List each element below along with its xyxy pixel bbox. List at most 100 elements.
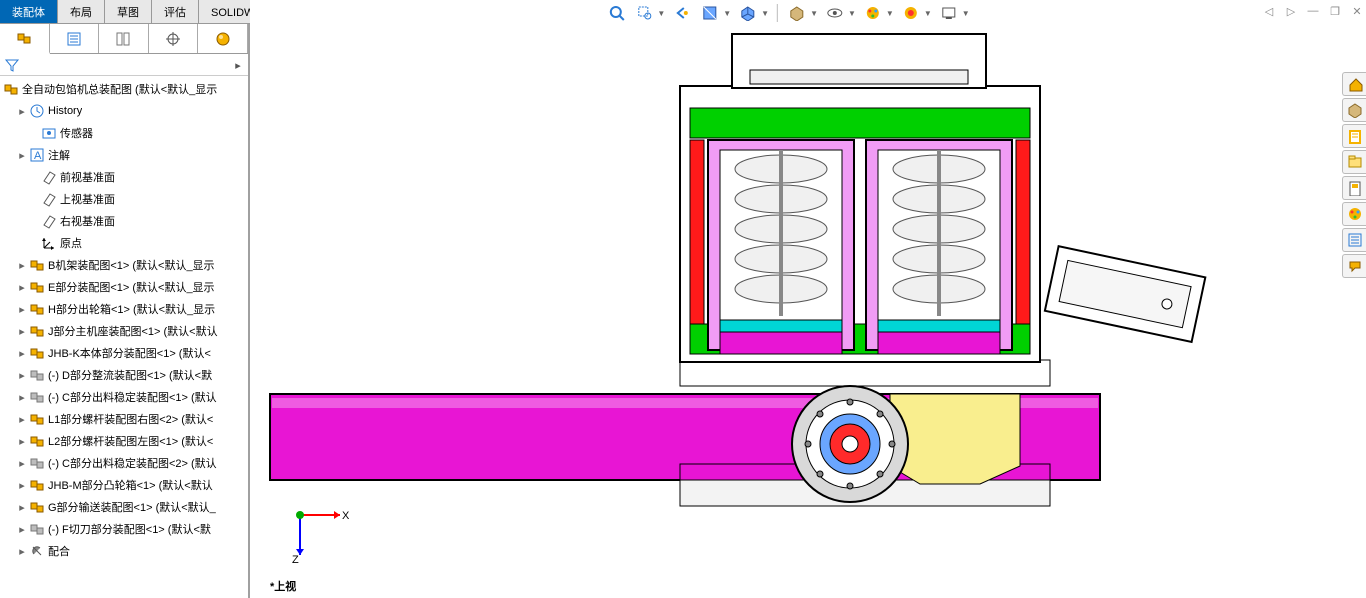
tree-item[interactable]: ▸L1部分螺杆装配图右图<2> (默认< bbox=[0, 408, 248, 430]
tree-root[interactable]: 全自动包馅机总装配图 (默认<默认_显示 bbox=[0, 78, 248, 100]
tree-item[interactable]: ▸(-) C部分出料稳定装配图<2> (默认 bbox=[0, 452, 248, 474]
view-settings-button[interactable] bbox=[938, 2, 960, 24]
tree-item[interactable]: 前视基准面 bbox=[0, 166, 248, 188]
view-orient-icon bbox=[740, 5, 756, 21]
cm-tab[interactable]: 草图 bbox=[105, 0, 152, 23]
heads-up-toolbar: ▼ ▼ ▼ ▼ ▼ ▼ ▼ ▼ bbox=[605, 2, 969, 24]
expand-caret-icon[interactable]: ▸ bbox=[16, 501, 28, 514]
zoom-area-button[interactable] bbox=[633, 2, 655, 24]
hide-show-button[interactable] bbox=[824, 2, 846, 24]
tree-item[interactable]: ▸History bbox=[0, 100, 248, 122]
tree-item-label: E部分装配图<1> (默认<默认_显示 bbox=[48, 279, 215, 295]
tree-item[interactable]: ▸(-) D部分整流装配图<1> (默认<默 bbox=[0, 364, 248, 386]
svg-text:A: A bbox=[34, 150, 42, 162]
taskpane-lib-tab[interactable] bbox=[1342, 124, 1366, 148]
graphics-viewport[interactable]: ▼▼▼▼▼▼▼▼ ◁▷—❐✕ bbox=[250, 0, 1325, 598]
tree-item[interactable]: ▸J部分主机座装配图<1> (默认<默认 bbox=[0, 320, 248, 342]
edit-appearance-button[interactable] bbox=[862, 2, 884, 24]
dropdown-caret-icon[interactable]: ▼ bbox=[810, 9, 818, 18]
expand-caret-icon[interactable]: ▸ bbox=[16, 259, 28, 272]
tree-item[interactable]: ▸ E部分装配图<1> (默认<默认_显示 bbox=[0, 276, 248, 298]
tree-item[interactable]: ▸JHB-K本体部分装配图<1> (默认< bbox=[0, 342, 248, 364]
assembly-icon bbox=[3, 81, 19, 97]
hide-show-icon bbox=[827, 5, 843, 21]
expand-caret-icon[interactable]: ▸ bbox=[16, 303, 28, 316]
expand-caret-icon[interactable]: ▸ bbox=[16, 281, 28, 294]
tree-item-label: 注解 bbox=[48, 147, 70, 163]
dropdown-caret-icon[interactable]: ▼ bbox=[886, 9, 894, 18]
next-doc-icon: ▷ bbox=[1287, 5, 1295, 18]
dropdown-caret-icon[interactable]: ▼ bbox=[924, 9, 932, 18]
plane-icon bbox=[40, 190, 58, 208]
tree-item[interactable]: 右视基准面 bbox=[0, 210, 248, 232]
asm-icon bbox=[28, 322, 46, 340]
restore-button[interactable]: ❐ bbox=[1326, 2, 1344, 20]
expand-caret-icon[interactable]: ▸ bbox=[16, 545, 28, 558]
tree-item[interactable]: ▸H部分出轮箱<1> (默认<默认_显示 bbox=[0, 298, 248, 320]
fm-tab-dimxpert[interactable] bbox=[149, 24, 199, 53]
taskpane-resources-tab[interactable] bbox=[1342, 98, 1366, 122]
tree-item[interactable]: ▸ (-) C部分出料稳定装配图<1> (默认 bbox=[0, 386, 248, 408]
expand-caret-icon[interactable]: ▸ bbox=[16, 435, 28, 448]
view-settings-icon bbox=[941, 5, 957, 21]
tree-item[interactable]: 原点 bbox=[0, 232, 248, 254]
display-style-button[interactable] bbox=[786, 2, 808, 24]
tree-item[interactable]: ▸L2部分螺杆装配图左图<1> (默认< bbox=[0, 430, 248, 452]
expand-caret-icon[interactable]: ▸ bbox=[16, 391, 28, 404]
fm-filter-bar[interactable] bbox=[0, 54, 248, 76]
expand-caret-icon[interactable]: ▸ bbox=[16, 479, 28, 492]
taskpane-home-tab[interactable] bbox=[1342, 72, 1366, 96]
expand-caret-icon[interactable]: ▸ bbox=[16, 457, 28, 470]
expand-caret-icon[interactable]: ▸ bbox=[16, 105, 28, 118]
assembly-icon bbox=[16, 30, 32, 46]
dropdown-caret-icon[interactable]: ▼ bbox=[761, 9, 769, 18]
tree-item-label: (-) F切刀部分装配图<1> (默认<默 bbox=[48, 521, 211, 537]
view-orient-button[interactable] bbox=[737, 2, 759, 24]
fm-collapse-arrow[interactable]: ▸ bbox=[230, 54, 246, 76]
min-button[interactable]: — bbox=[1304, 2, 1322, 20]
dropdown-caret-icon[interactable]: ▼ bbox=[723, 9, 731, 18]
expand-caret-icon[interactable]: ▸ bbox=[16, 523, 28, 536]
taskpane-palette-tab[interactable] bbox=[1342, 176, 1366, 200]
expand-caret-icon[interactable]: ▸ bbox=[16, 325, 28, 338]
next-doc-button[interactable]: ▷ bbox=[1282, 2, 1300, 20]
expand-caret-icon[interactable]: ▸ bbox=[16, 369, 28, 382]
tree-item[interactable]: ▸G部分输送装配图<1> (默认<默认_ bbox=[0, 496, 248, 518]
tree-item[interactable]: ▸ A 注解 bbox=[0, 144, 248, 166]
funnel-icon bbox=[4, 57, 20, 73]
model-svg bbox=[250, 24, 1325, 584]
cm-tab[interactable]: 布局 bbox=[58, 0, 105, 23]
close-button[interactable]: ✕ bbox=[1348, 2, 1366, 20]
taskpane-explorer-tab[interactable] bbox=[1342, 150, 1366, 174]
fm-tab-display[interactable] bbox=[198, 24, 248, 53]
palette-icon bbox=[1347, 180, 1363, 196]
taskpane-props-tab[interactable] bbox=[1342, 228, 1366, 252]
cm-tab[interactable]: 装配体 bbox=[0, 0, 58, 23]
taskpane-forum-tab[interactable] bbox=[1342, 254, 1366, 278]
tree-item[interactable]: ▸JHB-M部分凸轮箱<1> (默认<默认 bbox=[0, 474, 248, 496]
section-button[interactable] bbox=[699, 2, 721, 24]
dropdown-caret-icon[interactable]: ▼ bbox=[962, 9, 970, 18]
dropdown-caret-icon[interactable]: ▼ bbox=[657, 9, 665, 18]
fm-tab-propmgr[interactable] bbox=[50, 24, 100, 53]
expand-caret-icon[interactable]: ▸ bbox=[16, 413, 28, 426]
fm-tab-configmgr[interactable] bbox=[99, 24, 149, 53]
tree-item[interactable]: 上视基准面 bbox=[0, 188, 248, 210]
prev-doc-button[interactable]: ◁ bbox=[1260, 2, 1278, 20]
zoom-fit-button[interactable] bbox=[605, 2, 627, 24]
expand-caret-icon[interactable]: ▸ bbox=[16, 149, 28, 162]
fm-tab-tree[interactable] bbox=[0, 24, 50, 54]
tree-item[interactable]: 传感器 bbox=[0, 122, 248, 144]
tree-item-label: (-) C部分出料稳定装配图<1> (默认 bbox=[48, 389, 217, 405]
dropdown-caret-icon[interactable]: ▼ bbox=[848, 9, 856, 18]
display-style-icon bbox=[789, 5, 805, 21]
tree-item[interactable]: ▸ (-) F切刀部分装配图<1> (默认<默 bbox=[0, 518, 248, 540]
prev-view-button[interactable] bbox=[671, 2, 693, 24]
apply-scene-button[interactable] bbox=[900, 2, 922, 24]
taskpane-appearance-tab[interactable] bbox=[1342, 202, 1366, 226]
expand-caret-icon[interactable]: ▸ bbox=[16, 347, 28, 360]
cm-tab[interactable]: 评估 bbox=[152, 0, 199, 23]
feature-manager-panel: ▸ 全自动包馅机总装配图 (默认<默认_显示 ▸History传感器 ▸ A 注解前视… bbox=[0, 24, 250, 598]
tree-item[interactable]: ▸配合 bbox=[0, 540, 248, 562]
tree-item[interactable]: ▸B机架装配图<1> (默认<默认_显示 bbox=[0, 254, 248, 276]
